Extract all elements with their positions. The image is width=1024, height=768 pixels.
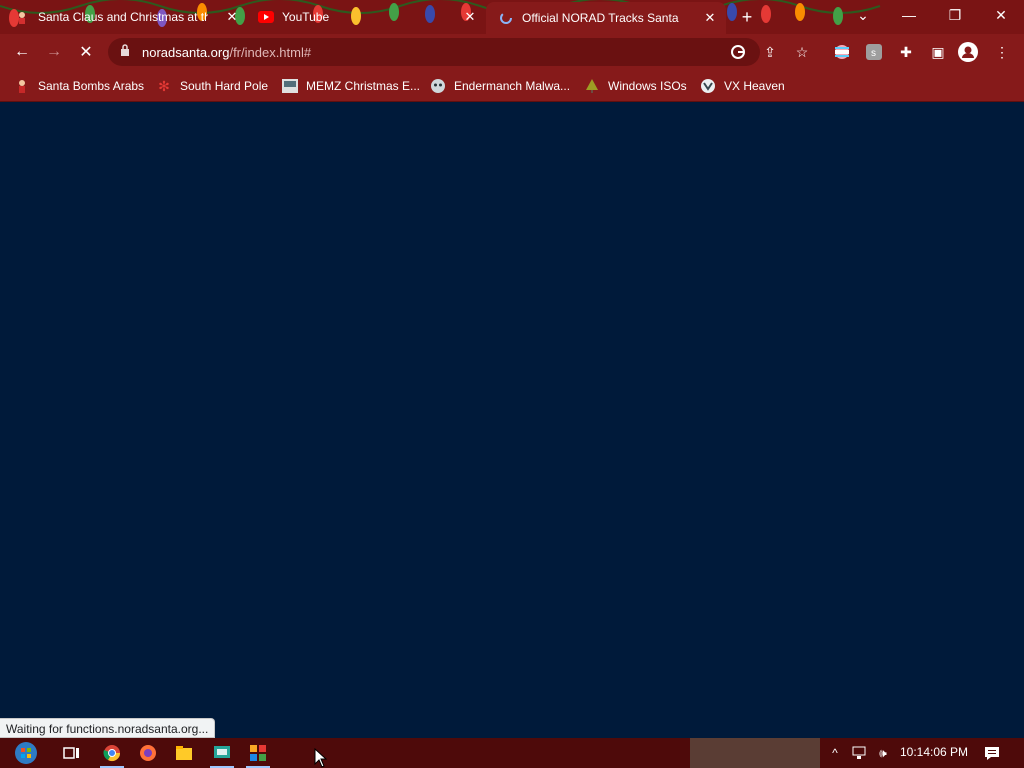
bookmark-label: Windows ISOs [608, 79, 687, 93]
action-center-icon[interactable] [982, 744, 1002, 762]
loading-spinner-icon [498, 10, 514, 26]
back-arrow-icon[interactable]: ← [10, 40, 34, 64]
extension-s-icon[interactable]: s [864, 42, 884, 62]
address-bar[interactable]: noradsanta.org/fr/index.html# [108, 38, 760, 66]
extension-flag-icon[interactable] [832, 42, 852, 62]
google-lens-icon[interactable] [728, 42, 748, 62]
bookmark-label: South Hard Pole [180, 79, 269, 93]
new-tab-button[interactable]: + [738, 8, 756, 26]
tab-strip: Santa Claus and Christmas at the ✕ YouTu… [0, 0, 1024, 34]
page-content-area [0, 102, 1024, 738]
tab-close-icon[interactable]: ✕ [462, 9, 478, 25]
tool-icon[interactable] [210, 741, 234, 768]
bookmark-endermanch-malware[interactable]: Endermanch Malwa... [430, 76, 570, 96]
tab-search-icon[interactable]: ⌄ [840, 0, 886, 30]
tab-santa-claus[interactable]: Santa Claus and Christmas at the ✕ [14, 0, 242, 34]
memz-icon [282, 78, 298, 94]
bookmark-label: MEMZ Christmas E... [306, 79, 421, 93]
bookmark-vx-heaven[interactable]: VX Heaven [700, 76, 785, 96]
mouse-cursor-icon [314, 748, 328, 768]
menu-kebab-icon[interactable]: ⋮ [992, 42, 1012, 62]
windows-taskbar: ^ 🕪 10:14:06 PM [0, 738, 1024, 768]
santa-figure-icon [14, 9, 30, 25]
network-icon[interactable] [850, 744, 868, 762]
bookmark-south-hard-pole[interactable]: ✻ South Hard Pole [156, 76, 268, 96]
system-clock[interactable]: 10:14:06 PM [900, 745, 968, 759]
bookmark-label: VX Heaven [724, 79, 785, 93]
tab-youtube[interactable]: YouTube ✕ [258, 0, 478, 34]
enderman-icon [430, 78, 446, 94]
tree-icon [584, 78, 600, 94]
snowflake-icon: ✻ [158, 77, 170, 94]
tab-norad-santa[interactable]: Official NORAD Tracks Santa ✕ [486, 2, 726, 34]
santa-figure-icon [14, 78, 30, 94]
svg-text:s: s [871, 48, 876, 59]
firefox-icon[interactable] [136, 741, 160, 765]
start-orb-icon[interactable] [14, 741, 38, 765]
tab-title: Official NORAD Tracks Santa [522, 11, 679, 25]
tray-overflow-chevron-icon[interactable]: ^ [826, 744, 844, 762]
bookmarks-bar: Santa Bombs Arabs ✻ South Hard Pole MEMZ… [0, 70, 1024, 102]
file-explorer-icon[interactable] [172, 741, 196, 765]
url-host: noradsanta.org [142, 44, 230, 60]
tab-title: YouTube [282, 10, 330, 24]
bookmark-memz-christmas[interactable]: MEMZ Christmas E... [282, 76, 420, 96]
bookmark-star-icon[interactable]: ☆ [792, 42, 812, 62]
tab-close-icon[interactable]: ✕ [702, 10, 718, 26]
profile-avatar-icon[interactable] [958, 42, 978, 62]
tab-title: Santa Claus and Christmas at the [38, 10, 208, 24]
minimize-icon[interactable]: — [886, 0, 932, 30]
control-panel-icon[interactable] [246, 741, 270, 768]
side-panel-icon[interactable]: ▣ [928, 42, 948, 62]
tab-close-icon[interactable]: ✕ [224, 9, 240, 25]
bookmark-label: Santa Bombs Arabs [38, 79, 145, 93]
youtube-icon [258, 9, 274, 25]
task-view-icon[interactable] [60, 741, 84, 765]
share-icon[interactable]: ⇪ [760, 42, 780, 62]
volume-icon[interactable]: 🕪 [874, 744, 892, 762]
url-path: /fr/index.html# [229, 44, 312, 60]
bookmark-label: Endermanch Malwa... [454, 79, 571, 93]
stop-loading-icon[interactable]: ✕ [74, 40, 98, 64]
restore-icon[interactable]: ❐ [932, 0, 978, 30]
lock-icon [120, 43, 132, 61]
extensions-puzzle-icon[interactable]: ✚ [896, 42, 916, 62]
taskbar-wallpaper-patch [690, 738, 820, 768]
vx-heaven-icon [700, 78, 716, 94]
status-bubble: Waiting for functions.noradsanta.org... [0, 718, 216, 738]
chrome-icon[interactable] [100, 741, 124, 768]
browser-toolbar: ← → ✕ noradsanta.org/fr/index.html# ⇪ ☆ … [0, 34, 1024, 70]
close-window-icon[interactable]: ✕ [978, 0, 1024, 30]
forward-arrow-icon[interactable]: → [42, 40, 66, 64]
bookmark-windows-isos[interactable]: Windows ISOs [584, 76, 687, 96]
bookmark-santa-bombs-arabs[interactable]: Santa Bombs Arabs [14, 76, 144, 96]
